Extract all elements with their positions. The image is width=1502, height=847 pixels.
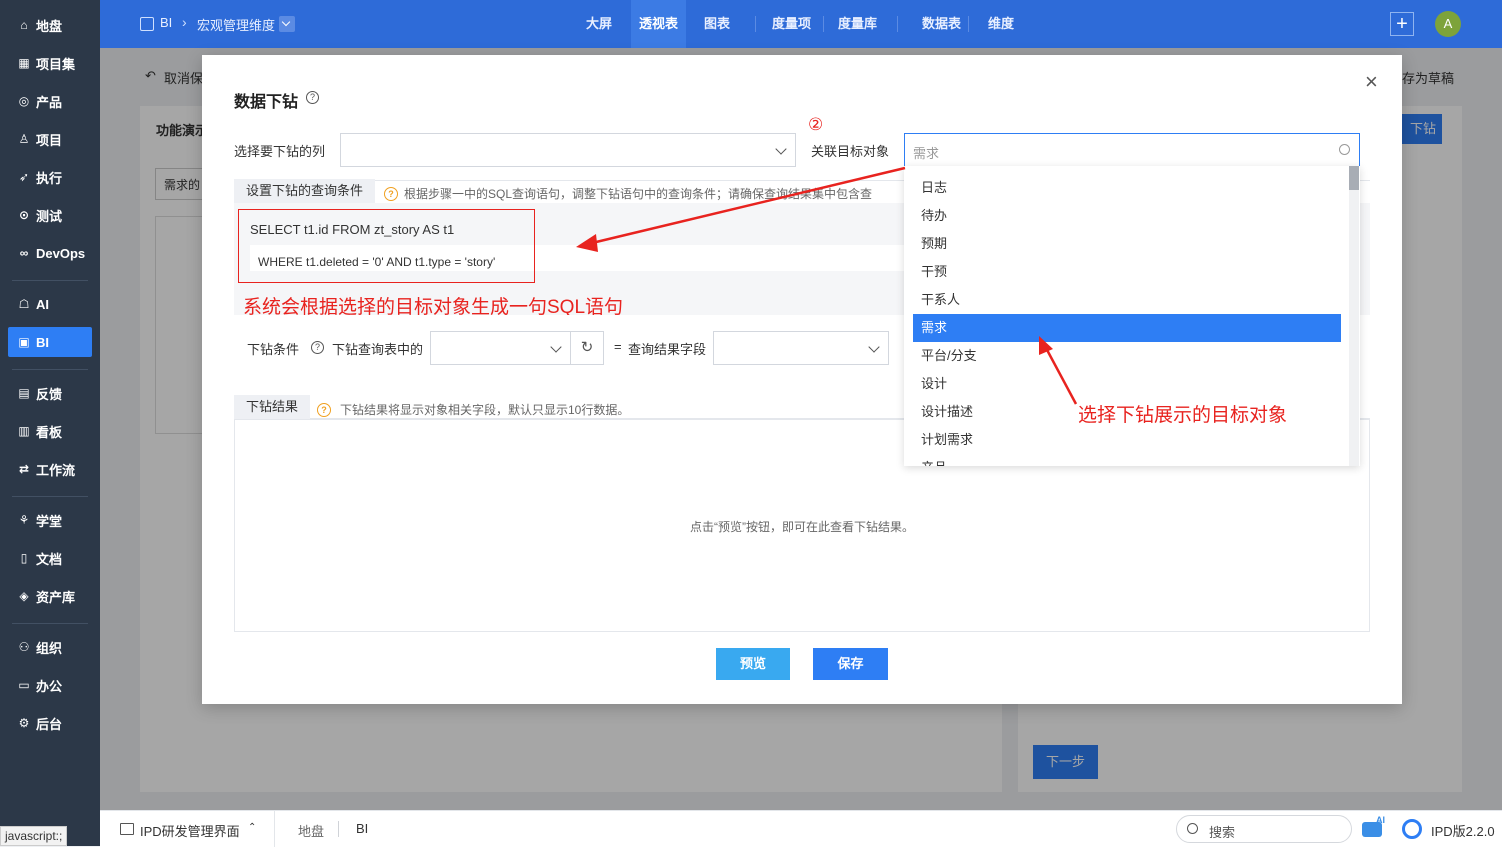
select-arrow [1044, 347, 1078, 405]
taskbar-search-input[interactable]: 搜索 [1176, 815, 1352, 843]
sql-arrow [591, 166, 906, 245]
bottom-taskbar: IPD研发管理界面 ⌃ 地盘 BI 搜索 AI IPD版2.2.0 [100, 810, 1502, 847]
ai-badge: AI [1376, 815, 1385, 825]
select-arrow-head [1039, 336, 1053, 355]
search-placeholder: 搜索 [1209, 825, 1236, 840]
taskbar-crumb-home[interactable]: 地盘 [298, 821, 324, 840]
sql-arrow-head [576, 234, 598, 252]
divider [274, 811, 275, 847]
monitor-icon [120, 823, 134, 835]
app-switcher-label[interactable]: IPD研发管理界面 [140, 821, 240, 840]
version-label: IPD版2.2.0 [1431, 824, 1495, 839]
taskbar-crumb-bi[interactable]: BI [356, 821, 368, 836]
ipd-logo-icon [1402, 819, 1422, 839]
browser-status-text: javascript:; [0, 826, 68, 846]
divider [338, 821, 339, 837]
chevron-up-icon[interactable]: ⌃ [248, 822, 256, 833]
select-annotation-text: 选择下钻展示的目标对象 [1078, 405, 1288, 426]
search-icon [1187, 823, 1198, 834]
